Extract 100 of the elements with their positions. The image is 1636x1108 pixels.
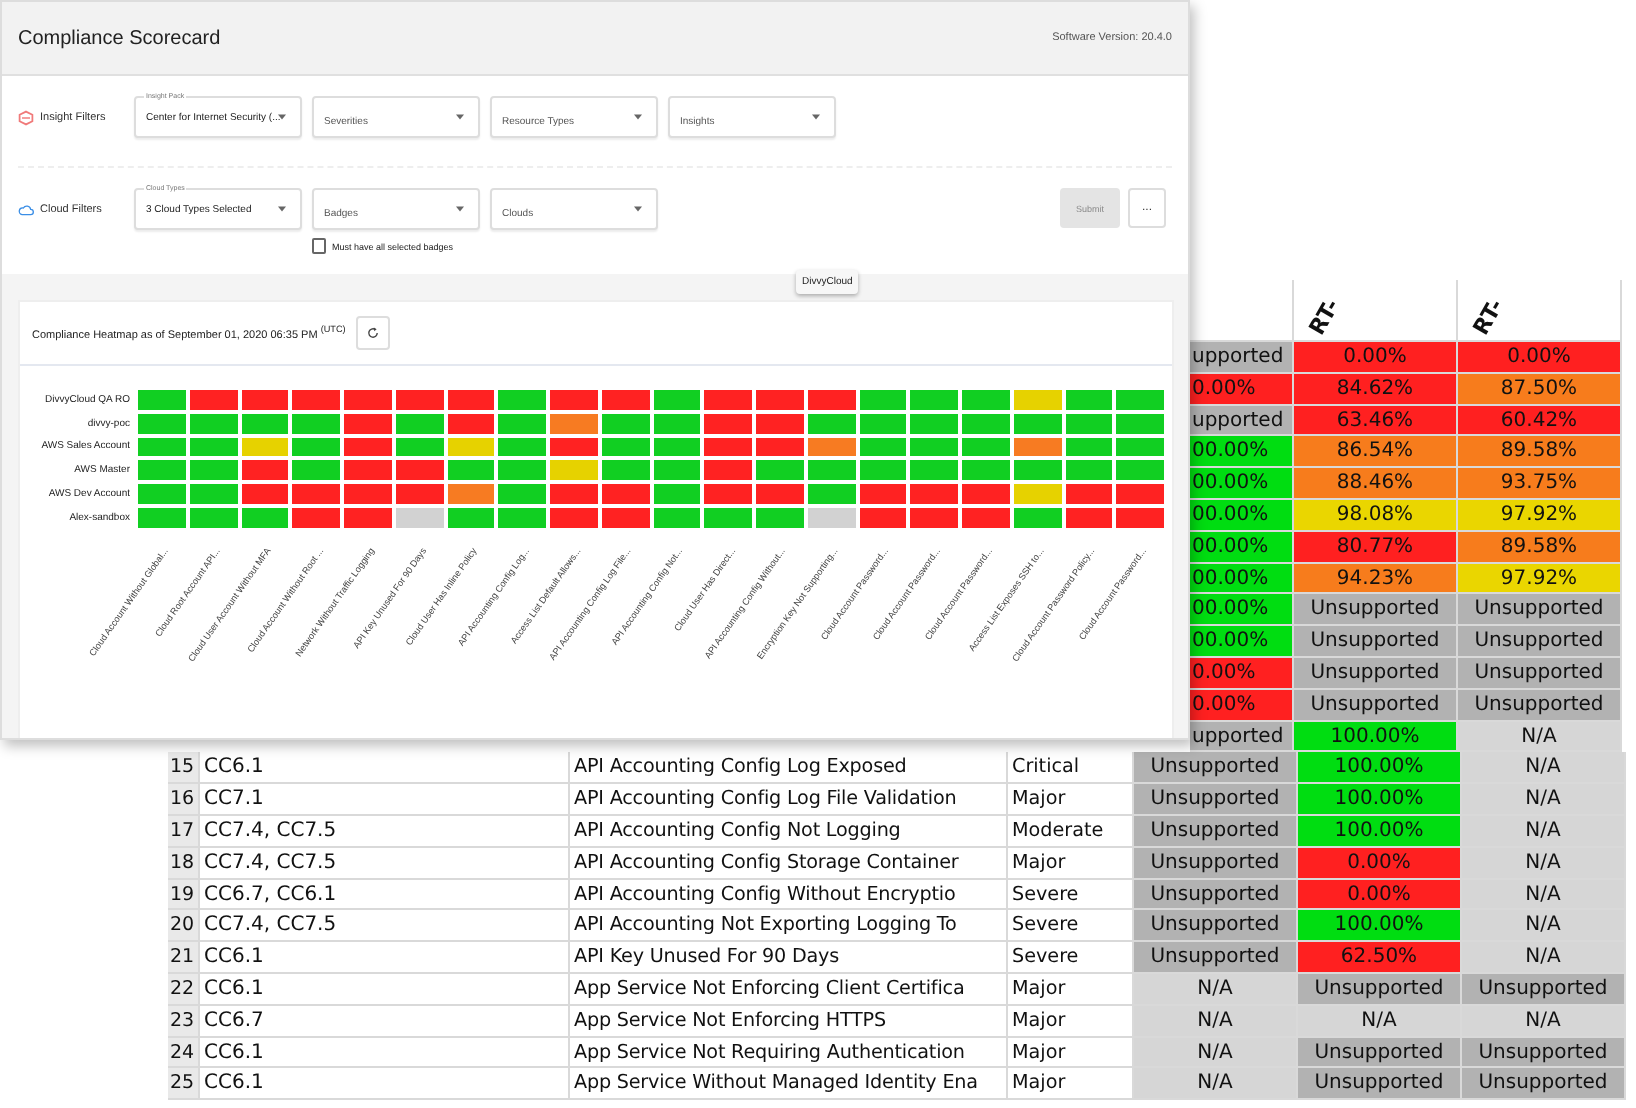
heatmap-cell[interactable] — [702, 505, 754, 530]
heatmap-cell[interactable] — [599, 482, 651, 506]
heatmap-cell[interactable] — [445, 482, 497, 506]
table-cell: 87.50% — [1458, 373, 1622, 406]
heatmap-cell[interactable] — [1114, 505, 1166, 530]
column-heading[interactable]: RT- — [1303, 294, 1345, 340]
heatmap-cell[interactable] — [290, 482, 342, 506]
heatmap-cell[interactable] — [1011, 482, 1063, 506]
heatmap-cell[interactable] — [908, 505, 960, 530]
heatmap-cell[interactable] — [651, 482, 703, 506]
heatmap-cell[interactable] — [548, 458, 600, 483]
heatmap-cell[interactable] — [960, 411, 1012, 436]
heatmap-cell[interactable] — [1114, 435, 1166, 459]
refresh-button[interactable] — [355, 316, 390, 350]
heatmap-cell[interactable] — [548, 388, 600, 412]
heatmap-cell[interactable] — [857, 458, 909, 483]
heatmap-cell[interactable] — [754, 458, 806, 483]
heatmap-cell[interactable] — [960, 458, 1012, 483]
heatmap-cell[interactable] — [187, 482, 239, 506]
heatmap-cell[interactable] — [290, 388, 342, 412]
heatmap-cell[interactable] — [342, 388, 394, 412]
heatmap-cell[interactable] — [908, 388, 960, 412]
heatmap-cell[interactable] — [239, 458, 291, 483]
heatmap-cell[interactable] — [548, 482, 600, 506]
heatmap-cell[interactable] — [1011, 458, 1063, 483]
heatmap-cell[interactable] — [342, 435, 394, 459]
heatmap-cell[interactable] — [187, 388, 239, 412]
heatmap-cell[interactable] — [393, 458, 445, 483]
table-cell: 97.92% — [1458, 499, 1622, 532]
heatmap-cell[interactable] — [393, 388, 445, 412]
heatmap-cell[interactable] — [960, 482, 1012, 506]
heatmap-cell[interactable] — [599, 388, 651, 412]
heatmap-cell[interactable] — [496, 458, 548, 483]
heatmap-cell[interactable] — [239, 388, 291, 412]
heatmap-cell[interactable] — [187, 458, 239, 483]
heatmap-cell[interactable] — [805, 388, 857, 412]
heatmap-cell[interactable] — [496, 411, 548, 436]
heatmap-cell[interactable] — [754, 388, 806, 412]
heatmap-cell[interactable] — [445, 458, 497, 483]
heatmap-cell[interactable] — [445, 388, 497, 412]
table-cell: N/A — [1298, 1005, 1462, 1038]
column-heading[interactable]: RT- — [1467, 294, 1509, 340]
heatmap-cell[interactable] — [548, 435, 600, 459]
heatmap-cell[interactable] — [651, 458, 703, 483]
heatmap-cell[interactable] — [754, 505, 806, 530]
heatmap-cell[interactable] — [960, 435, 1012, 459]
heatmap-cell[interactable] — [702, 458, 754, 483]
heatmap-cell[interactable] — [702, 435, 754, 459]
heatmap-cell[interactable] — [908, 458, 960, 483]
heatmap-cell[interactable] — [908, 435, 960, 459]
heatmap-cell[interactable] — [136, 482, 188, 506]
heatmap-cell[interactable] — [342, 411, 394, 436]
heatmap-cell[interactable] — [496, 505, 548, 530]
heatmap-cell[interactable] — [290, 458, 342, 483]
heatmap-cell[interactable] — [496, 388, 548, 412]
heatmap-cell[interactable] — [1114, 458, 1166, 483]
heatmap-cell[interactable] — [651, 388, 703, 412]
table-cell: 62.50% — [1298, 942, 1462, 974]
heatmap-cell[interactable] — [908, 482, 960, 506]
heatmap-cell[interactable] — [805, 482, 857, 506]
heatmap-cell[interactable] — [908, 411, 960, 436]
heatmap-cell[interactable] — [1063, 482, 1115, 506]
heatmap-cell[interactable] — [1114, 411, 1166, 436]
heatmap-cell[interactable] — [136, 435, 188, 459]
heatmap-cell[interactable] — [805, 458, 857, 483]
heatmap-cell[interactable] — [136, 458, 188, 483]
heatmap-cell[interactable] — [290, 435, 342, 459]
heatmap-cell[interactable] — [1063, 458, 1115, 483]
checkbox[interactable] — [312, 238, 326, 254]
heatmap-cell[interactable] — [136, 505, 188, 530]
heatmap-cell[interactable] — [754, 482, 806, 506]
heatmap-cell[interactable] — [754, 411, 806, 436]
heatmap-cell[interactable] — [342, 505, 394, 530]
heatmap-cell[interactable] — [290, 411, 342, 436]
heatmap-cell[interactable] — [702, 482, 754, 506]
heatmap-cell[interactable] — [702, 411, 754, 436]
heatmap-cell[interactable] — [496, 482, 548, 506]
heatmap-cell[interactable] — [857, 482, 909, 506]
heatmap-cell[interactable] — [342, 458, 394, 483]
heatmap-cell[interactable] — [1114, 482, 1166, 506]
heatmap-cell[interactable] — [136, 388, 188, 412]
heatmap-cell[interactable] — [1011, 388, 1063, 412]
heatmap-cell[interactable] — [1114, 388, 1166, 412]
heatmap-cell[interactable] — [136, 411, 188, 436]
heatmap-cell[interactable] — [960, 505, 1012, 530]
heatmap-cell[interactable] — [393, 482, 445, 506]
heatmap-cell[interactable] — [754, 435, 806, 459]
heatmap-cell[interactable] — [290, 505, 342, 530]
heatmap-cell[interactable] — [960, 388, 1012, 412]
heatmap-cell[interactable] — [1063, 388, 1115, 412]
table-cell: 0.00% — [1298, 847, 1462, 880]
heatmap-cell[interactable] — [548, 505, 600, 530]
heatmap-cell[interactable] — [548, 411, 600, 436]
heatmap-cell[interactable] — [857, 388, 909, 412]
heatmap-cell[interactable] — [702, 388, 754, 412]
table-cell: 00.00% — [1190, 499, 1294, 532]
heatmap-cell[interactable] — [599, 458, 651, 483]
heatmap-cell[interactable] — [239, 482, 291, 506]
heatmap-cell[interactable] — [342, 482, 394, 506]
heatmap-cell[interactable] — [496, 435, 548, 459]
